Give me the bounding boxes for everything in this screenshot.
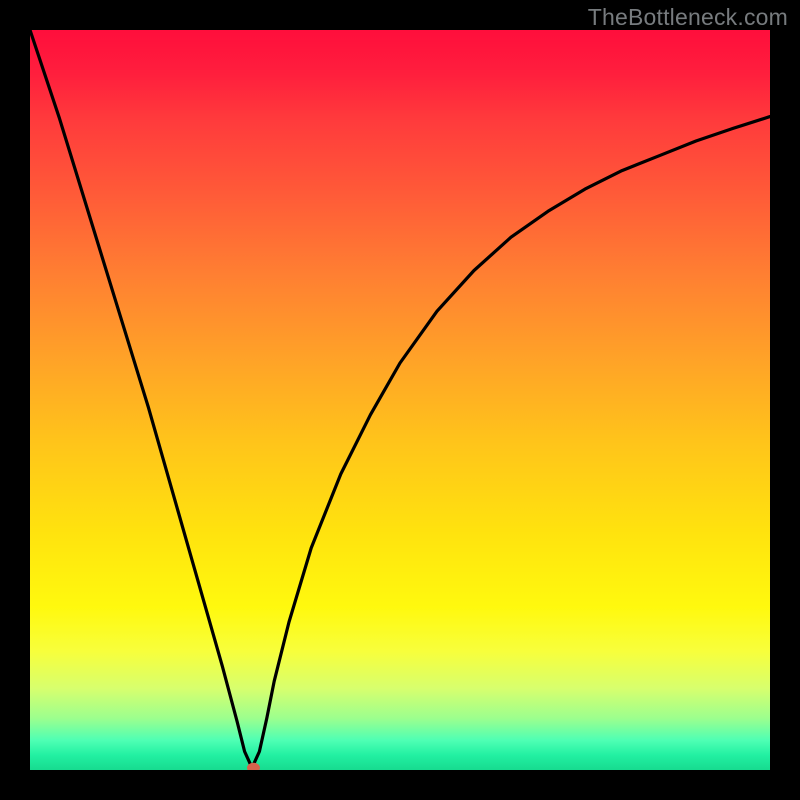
bottleneck-curve [30,30,770,768]
plot-area [30,30,770,770]
chart-frame: TheBottleneck.com [0,0,800,800]
bottleneck-curve-svg [30,30,770,770]
watermark-text: TheBottleneck.com [588,4,788,31]
